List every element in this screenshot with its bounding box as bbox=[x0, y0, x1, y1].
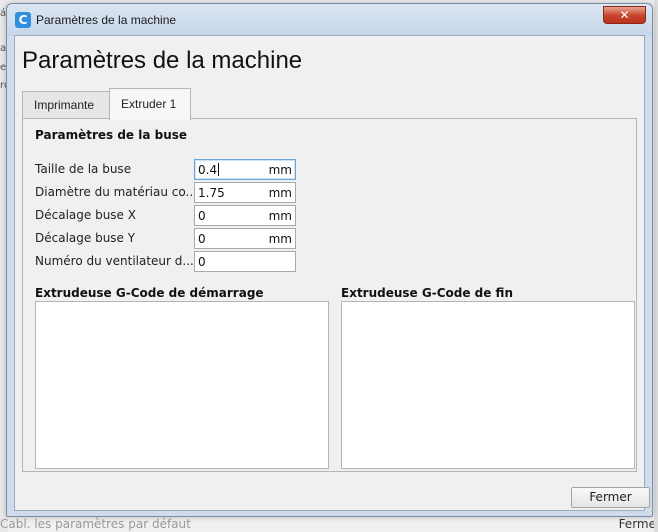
nozzle-offset-x-input[interactable]: 0 mm bbox=[194, 205, 296, 226]
window-close-button[interactable]: ✕ bbox=[603, 6, 646, 24]
nozzle-offset-y-unit: mm bbox=[268, 232, 292, 246]
close-dialog-button[interactable]: Fermer bbox=[571, 487, 650, 508]
material-diameter-input[interactable]: 1.75 mm bbox=[194, 182, 296, 203]
title-bar[interactable]: C Paramètres de la machine ✕ bbox=[7, 4, 652, 36]
start-gcode-textarea[interactable] bbox=[35, 301, 329, 469]
nozzle-size-input[interactable]: 0.4 mm bbox=[194, 159, 296, 180]
tab-extruder-1[interactable]: Extruder 1 bbox=[109, 88, 191, 120]
nozzle-offset-y-label: Décalage buse Y bbox=[35, 231, 136, 245]
nozzle-settings-title: Paramètres de la buse bbox=[35, 128, 188, 142]
nozzle-offset-x-value: 0 bbox=[198, 209, 206, 223]
cooling-fan-number-value: 0 bbox=[198, 255, 206, 269]
close-icon: ✕ bbox=[619, 8, 630, 22]
background-window-edge-right bbox=[654, 0, 658, 532]
tab-imprimante[interactable]: Imprimante bbox=[22, 91, 110, 118]
cooling-fan-number-row: Numéro du ventilateur d... 0 bbox=[35, 251, 296, 273]
end-gcode-title: Extrudeuse G-Code de fin bbox=[341, 286, 513, 300]
nozzle-offset-x-unit: mm bbox=[268, 209, 292, 223]
material-diameter-value: 1.75 bbox=[198, 186, 225, 200]
extruder-tab-panel: Paramètres de la buse Taille de la buse … bbox=[22, 118, 637, 472]
dialog-client-area: Paramètres de la machine Imprimante Extr… bbox=[14, 35, 650, 511]
machine-settings-dialog: C Paramètres de la machine ✕ Paramètres … bbox=[6, 3, 653, 517]
start-gcode-title: Extrudeuse G-Code de démarrage bbox=[35, 286, 264, 300]
cooling-fan-number-label: Numéro du ventilateur d... bbox=[35, 254, 194, 268]
nozzle-offset-y-value: 0 bbox=[198, 232, 206, 246]
text-caret bbox=[218, 163, 220, 176]
nozzle-offset-x-label: Décalage buse X bbox=[35, 208, 136, 222]
material-diameter-label: Diamètre du matériau co... bbox=[35, 185, 197, 199]
nozzle-offset-y-input[interactable]: 0 mm bbox=[194, 228, 296, 249]
material-diameter-unit: mm bbox=[268, 186, 292, 200]
nozzle-offset-y-row: Décalage buse Y 0 mm bbox=[35, 228, 296, 250]
nozzle-offset-x-row: Décalage buse X 0 mm bbox=[35, 205, 296, 227]
nozzle-size-unit: mm bbox=[268, 163, 292, 177]
page-title: Paramètres de la machine bbox=[22, 47, 303, 74]
nozzle-size-value: 0.4 bbox=[198, 163, 218, 177]
background-button-text: Ferme bbox=[618, 517, 656, 531]
end-gcode-textarea[interactable] bbox=[341, 301, 635, 469]
window-title: Paramètres de la machine bbox=[36, 13, 177, 27]
background-status-text: Cabl. les paramètres par défaut bbox=[0, 517, 191, 531]
nozzle-size-label: Taille de la buse bbox=[35, 162, 132, 176]
material-diameter-row: Diamètre du matériau co... 1.75 mm bbox=[35, 182, 296, 204]
nozzle-size-row: Taille de la buse 0.4 mm bbox=[35, 159, 296, 181]
cooling-fan-number-input[interactable]: 0 bbox=[194, 251, 296, 272]
cura-app-icon: C bbox=[15, 12, 31, 28]
